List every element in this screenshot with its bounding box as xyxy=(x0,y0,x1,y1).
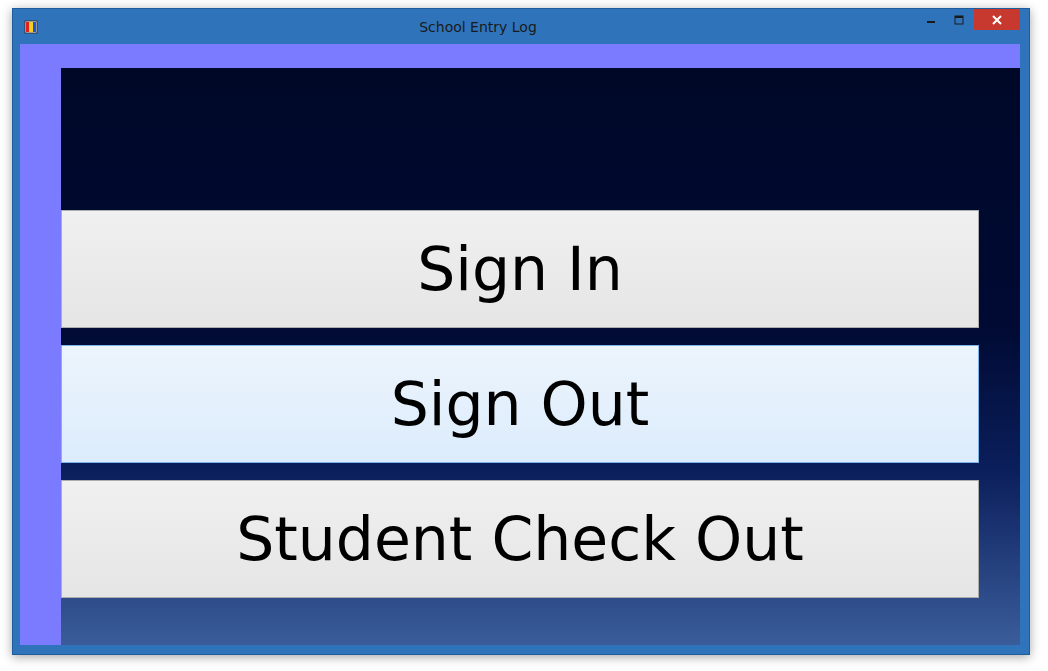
close-button[interactable] xyxy=(974,9,1020,30)
menu-button[interactable]: Sign Out xyxy=(61,345,979,463)
background-picture: Sign In Sign Out Student Check Out xyxy=(61,68,1020,645)
minimize-button[interactable] xyxy=(918,9,944,30)
menu-button[interactable]: Student Check Out xyxy=(61,480,979,598)
maximize-icon xyxy=(954,15,964,25)
app-window: School Entry Log Sign In Sign Out Student C… xyxy=(12,8,1030,655)
menu-button[interactable]: Sign In xyxy=(61,210,979,328)
window-controls xyxy=(918,9,1020,30)
window-title: School Entry Log xyxy=(38,19,918,35)
title-bar: School Entry Log xyxy=(20,9,1020,44)
maximize-button[interactable] xyxy=(946,9,972,30)
app-icon xyxy=(24,20,38,34)
close-icon xyxy=(991,14,1003,26)
client-area: Sign In Sign Out Student Check Out xyxy=(20,44,1020,645)
minimize-icon xyxy=(926,15,936,25)
screen: School Entry Log Sign In Sign Out Student C… xyxy=(0,0,1048,671)
